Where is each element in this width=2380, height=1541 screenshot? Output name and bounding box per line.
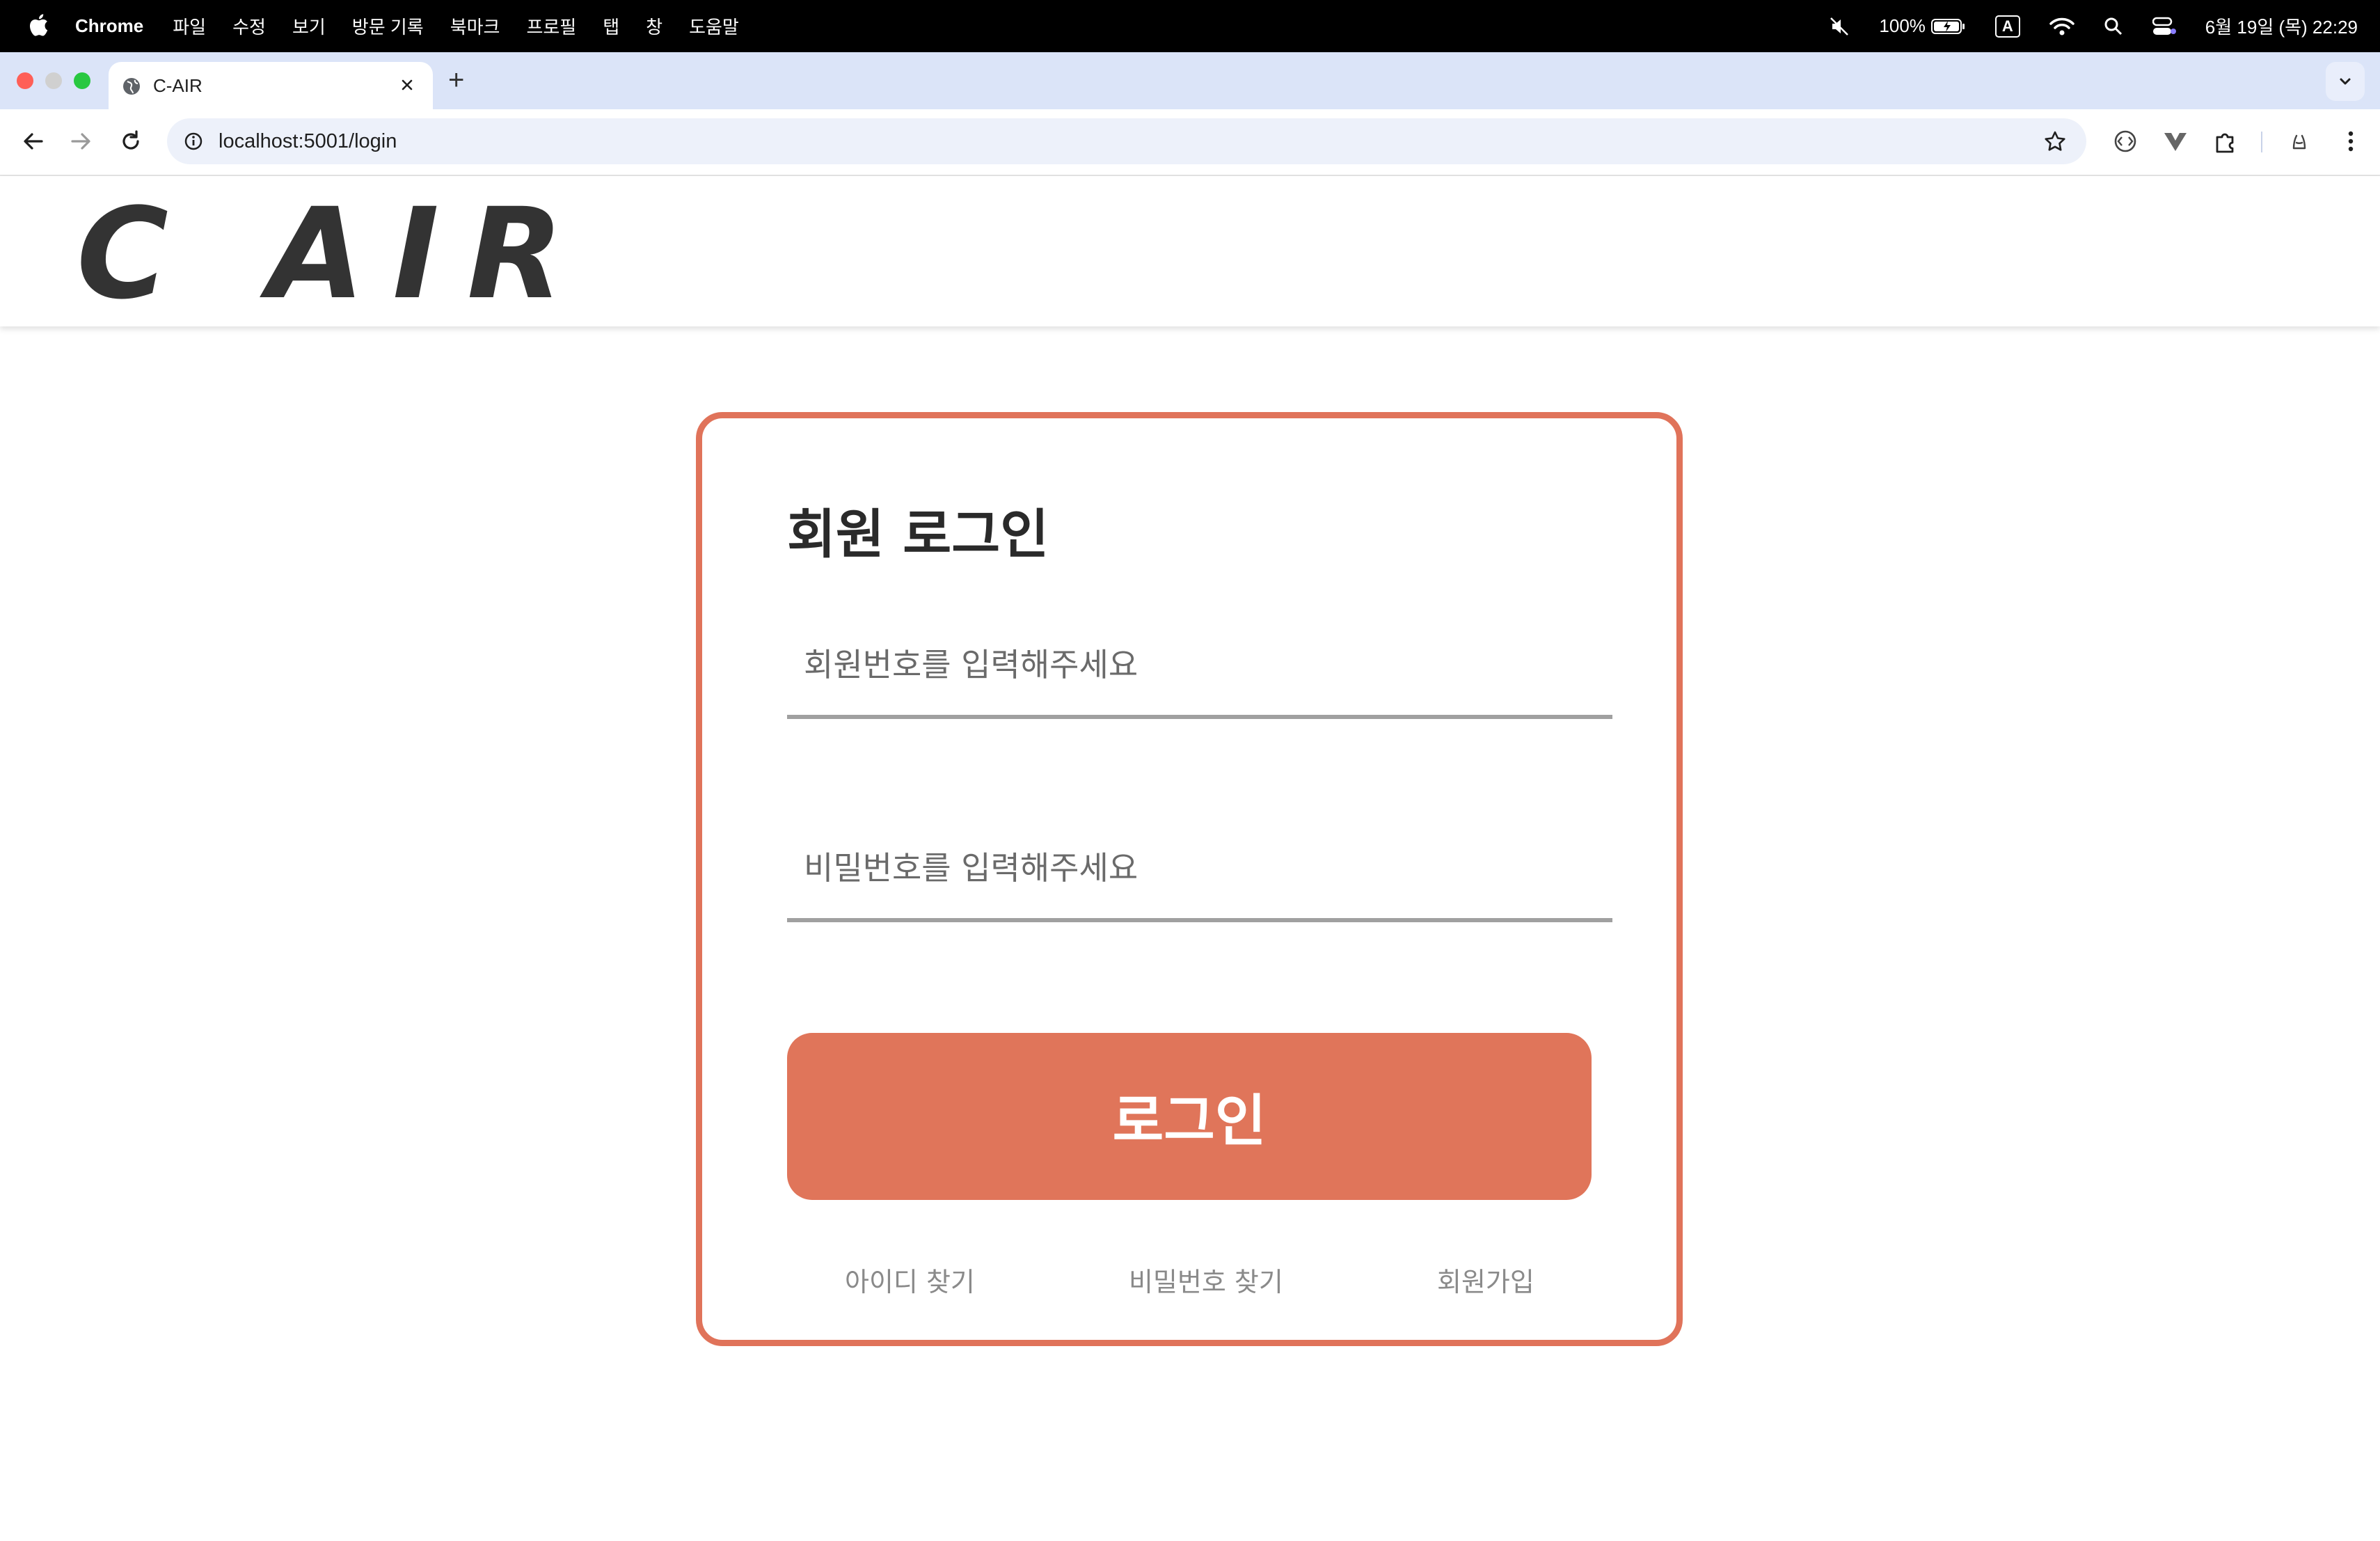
input-source-indicator[interactable]: A <box>1994 15 2020 38</box>
profile-avatar-icon[interactable] <box>2285 127 2313 155</box>
find-id-link[interactable]: 아이디 찾기 <box>845 1261 975 1299</box>
address-url[interactable]: localhost:5001/login <box>219 118 397 164</box>
macos-menu-bar: Chrome 파일 수정 보기 방문 기록 북마크 프로필 탭 창 도움말 10… <box>0 0 2380 52</box>
member-id-input[interactable] <box>787 615 1612 719</box>
menu-history[interactable]: 방문 기록 <box>352 13 424 39</box>
login-button[interactable]: 로그인 <box>787 1033 1592 1200</box>
site-info-icon[interactable] <box>182 130 205 152</box>
forward-arrow-icon[interactable] <box>67 127 95 155</box>
menu-help[interactable]: 도움말 <box>689 13 739 39</box>
spotlight-search-icon[interactable] <box>2104 17 2123 36</box>
back-arrow-icon[interactable] <box>19 127 47 155</box>
battery-charging-icon <box>1930 18 1965 34</box>
chrome-menu-icon[interactable] <box>2337 127 2365 155</box>
battery-status[interactable]: 100% <box>1879 15 1966 37</box>
globe-icon <box>123 78 140 95</box>
find-password-link[interactable]: 비밀번호 찾기 <box>1129 1261 1283 1299</box>
bookmark-star-icon[interactable] <box>2043 129 2067 153</box>
extension-vue-icon[interactable] <box>2161 127 2189 155</box>
menu-app-name[interactable]: Chrome <box>75 15 143 37</box>
chevron-down-icon <box>2340 78 2351 85</box>
browser-tab-strip: C-AIR + <box>0 52 2380 109</box>
menu-tab[interactable]: 탭 <box>603 13 619 39</box>
new-tab-button[interactable]: + <box>448 66 464 94</box>
menu-clock[interactable]: 6월 19일 (목) 22:29 <box>2205 13 2358 39</box>
menu-view[interactable]: 보기 <box>292 13 326 39</box>
tab-title: C-AIR <box>153 74 203 96</box>
site-header: C AIR <box>0 176 2380 327</box>
mute-icon[interactable] <box>1829 16 1850 37</box>
battery-percent: 100% <box>1879 15 1926 36</box>
site-logo[interactable]: C AIR <box>77 182 592 327</box>
window-close-button[interactable] <box>17 72 33 89</box>
signup-link[interactable]: 회원가입 <box>1437 1261 1534 1299</box>
apple-logo-icon[interactable] <box>28 13 49 38</box>
wifi-icon[interactable] <box>2049 17 2074 36</box>
menu-file[interactable]: 파일 <box>173 13 206 39</box>
password-input[interactable] <box>787 818 1612 922</box>
window-zoom-button[interactable] <box>74 72 90 89</box>
reload-icon[interactable] <box>117 127 145 155</box>
address-bar[interactable]: localhost:5001/login <box>167 118 2086 164</box>
browser-toolbar: localhost:5001/login <box>0 109 2380 176</box>
extension-code-icon[interactable] <box>2111 127 2139 155</box>
extensions-puzzle-icon[interactable] <box>2212 127 2239 155</box>
window-minimize-button[interactable] <box>45 72 62 89</box>
control-center-icon[interactable] <box>2152 17 2176 36</box>
toolbar-divider <box>2261 132 2262 152</box>
browser-tab[interactable]: C-AIR <box>109 62 433 109</box>
menu-window[interactable]: 창 <box>646 13 663 39</box>
tab-close-icon[interactable] <box>397 74 418 95</box>
login-title: 회원 로그인 <box>787 503 1049 565</box>
login-card: 회원 로그인 로그인 아이디 찾기 비밀번호 찾기 회원가입 <box>696 412 1683 1346</box>
tab-search-button[interactable] <box>2326 62 2365 101</box>
menu-edit[interactable]: 수정 <box>232 13 266 39</box>
menu-bookmarks[interactable]: 북마크 <box>450 13 500 39</box>
menu-profiles[interactable]: 프로필 <box>526 13 576 39</box>
